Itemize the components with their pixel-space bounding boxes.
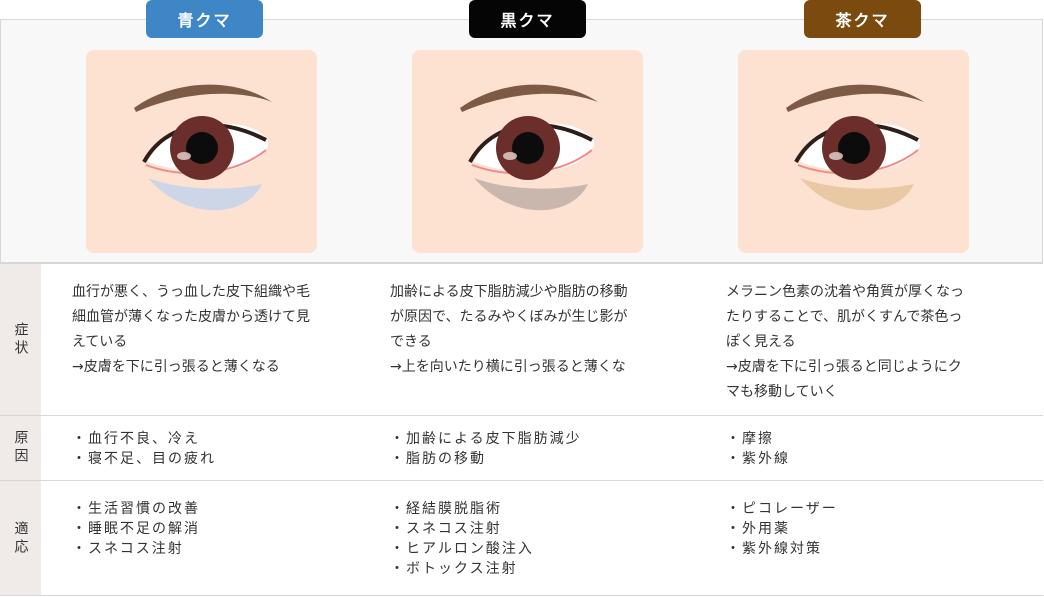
treatment-row: 適応 ・生活習慣の改善 ・睡眠不足の解消 ・スネコス注射 ・経結膜脱脂術 ・スネ… xyxy=(0,480,1043,596)
cause-cell-blue: ・血行不良、冷え ・寝不足、目の疲れ xyxy=(72,431,216,467)
treatment-cell-brown: ・ピコレーザー ・外用薬 ・紫外線対策 xyxy=(726,501,838,557)
symptom-cell-blue: 血行が悪く、うっ血した皮下組織や毛 細血管が薄くなった皮膚から透けて見 えている… xyxy=(72,284,310,375)
row-label: 適応 xyxy=(0,481,41,596)
treatment-cell-black: ・経結膜脱脂術 ・スネコス注射 ・ヒアルロン酸注入 ・ボトックス注射 xyxy=(390,501,534,577)
column-header-brown-circles: 茶クマ xyxy=(804,0,921,38)
cause-row: 原因 ・血行不良、冷え ・寝不足、目の疲れ ・加齢による皮下脂肪減少 ・脂肪の移… xyxy=(0,415,1043,480)
eye-illustration-blue xyxy=(86,50,317,253)
symptom-cell-brown: メラニン色素の沈着や角質が厚くなっ たりすることで、肌がくすんで茶色っ ぽく見え… xyxy=(726,284,964,400)
symptom-cell-black: 加齢による皮下脂肪減少や脂肪の移動 が原因で、たるみやくぼみが生じ影が できる … xyxy=(390,284,628,375)
row-label: 症状 xyxy=(0,264,41,415)
eye-illustration-brown xyxy=(738,50,969,253)
cause-cell-black: ・加齢による皮下脂肪減少 ・脂肪の移動 xyxy=(390,431,582,467)
cause-cell-brown: ・摩擦 ・紫外線 xyxy=(726,431,790,467)
eye-illustration-black xyxy=(412,50,643,253)
eye-icon xyxy=(460,84,598,211)
row-label: 原因 xyxy=(0,416,41,480)
table-bottom-border xyxy=(0,595,1043,596)
eye-icon xyxy=(134,84,272,211)
treatment-cell-blue: ・生活習慣の改善 ・睡眠不足の解消 ・スネコス注射 xyxy=(72,501,200,557)
column-header-black-circles: 黒クマ xyxy=(469,0,586,38)
column-header-blue-circles: 青クマ xyxy=(146,0,263,38)
symptom-row: 症状 血行が悪く、うっ血した皮下組織や毛 細血管が薄くなった皮膚から透けて見 え… xyxy=(0,263,1043,415)
eye-icon xyxy=(786,84,924,211)
